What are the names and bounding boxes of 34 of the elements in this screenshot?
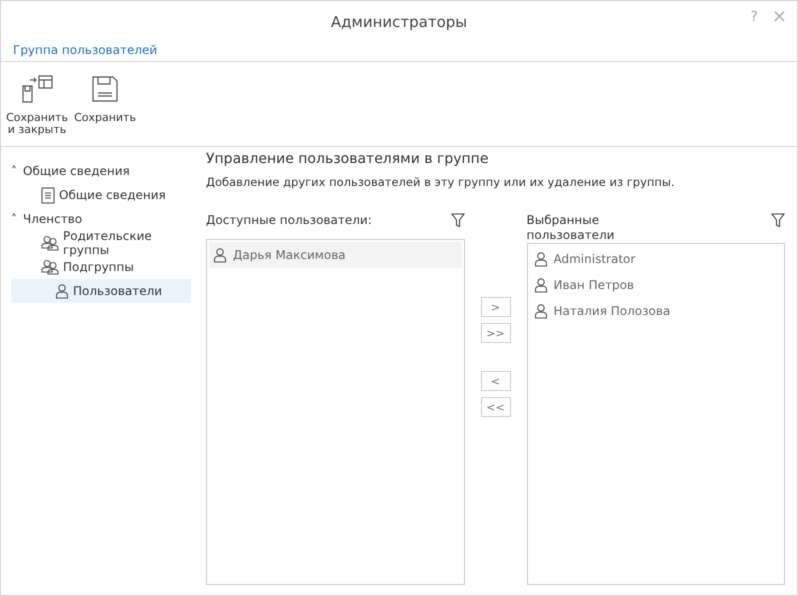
- list-item[interactable]: Иван Петров: [530, 272, 782, 298]
- move-button[interactable]: <: [480, 371, 510, 391]
- user-icon: [534, 251, 548, 267]
- save-icon: [91, 74, 119, 104]
- window-title: Администраторы: [330, 13, 468, 31]
- list-item[interactable]: Дарья Максимова: [209, 242, 462, 268]
- users-icon: [41, 259, 59, 275]
- save-close-button[interactable]: Сохранить и закрыть: [5, 74, 69, 146]
- move-button[interactable]: >: [480, 297, 510, 317]
- nav-item[interactable]: Общие сведения: [11, 183, 191, 207]
- section-description: Добавление других пользователей в эту группу или их удаление из группы.: [206, 175, 676, 189]
- filter-icon[interactable]: [450, 213, 464, 228]
- list-item[interactable]: Administrator: [530, 246, 782, 272]
- document-icon: [41, 186, 55, 204]
- list-label: Доступные пользователи:: [206, 213, 372, 227]
- nav-item[interactable]: Пользователи: [11, 279, 191, 303]
- nav-group[interactable]: ˄ Общие сведения: [11, 159, 191, 183]
- user-icon: [534, 303, 548, 319]
- header-link[interactable]: Группа пользователей: [13, 43, 158, 57]
- save-close-icon: [20, 74, 54, 104]
- move-button[interactable]: >>: [480, 323, 510, 343]
- user-icon: [534, 277, 548, 293]
- section-title: Управление пользователями в группе: [206, 151, 490, 167]
- users-icon: [41, 235, 59, 251]
- nav-item[interactable]: Родительские группы: [11, 231, 191, 255]
- filter-icon[interactable]: [771, 213, 785, 228]
- list-item[interactable]: Наталия Полозова: [530, 298, 782, 324]
- nav-item[interactable]: Подгруппы: [11, 255, 191, 279]
- save-button[interactable]: Сохранить: [73, 74, 137, 146]
- nav-group[interactable]: ˄ Членство: [11, 207, 191, 231]
- move-button[interactable]: <<: [480, 397, 510, 417]
- user-icon: [55, 283, 69, 299]
- user-icon: [213, 247, 227, 263]
- list-label: Выбранные пользователи: [526, 213, 616, 243]
